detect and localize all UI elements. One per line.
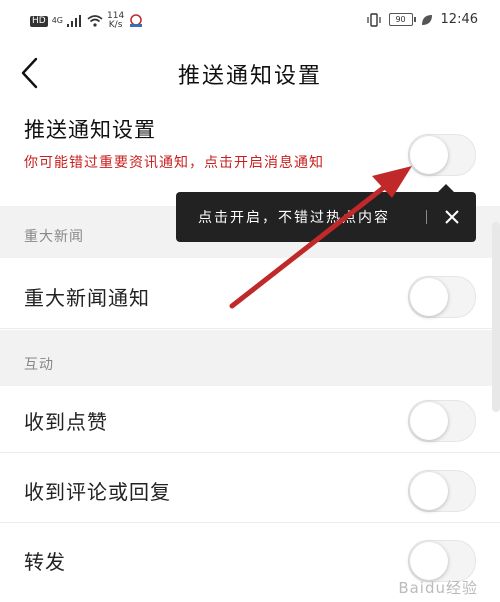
status-bar: HD 4G 114 K/s 90 12:46 (0, 0, 500, 40)
close-icon (445, 210, 459, 224)
toggle-knob (410, 472, 448, 510)
section-title: 重大新闻 (24, 229, 84, 245)
speed-unit: K/s (108, 20, 123, 30)
scroll-edge (492, 222, 500, 412)
status-left: HD 4G 114 K/s (30, 12, 144, 30)
tooltip-divider (426, 210, 427, 224)
toggle-knob (410, 278, 448, 316)
clock: 12:46 (440, 12, 478, 27)
section-title: 互动 (24, 357, 54, 373)
comments-toggle[interactable] (408, 470, 476, 512)
signal-icon (67, 15, 81, 27)
forward-toggle[interactable] (408, 540, 476, 582)
major-news-toggle[interactable] (408, 276, 476, 318)
push-notification-toggle[interactable] (408, 134, 476, 176)
wifi-icon (87, 15, 103, 27)
tooltip-text: 点击开启，不错过热点内容 (198, 210, 390, 226)
navigation-header: 推送通知设置 (0, 42, 500, 104)
watermark: Baidu经验 (398, 579, 478, 597)
push-notification-label: 推送通知设置 (24, 118, 156, 142)
vibrate-icon (366, 12, 381, 27)
app-screen: HD 4G 114 K/s 90 12:46 推送通知设置 推送通知设置 你可能… (0, 0, 500, 602)
likes-toggle[interactable] (408, 400, 476, 442)
setting-label: 重大新闻通知 (24, 286, 150, 310)
network-label: 4G (51, 16, 63, 25)
page-title: 推送通知设置 (177, 64, 322, 89)
app-notification-icon (130, 14, 143, 27)
setting-row-major-news: 重大新闻通知 (0, 258, 500, 329)
network-speed: 114 K/s (107, 12, 124, 30)
toggle-knob (410, 542, 448, 580)
push-notification-hint: 你可能错过重要资讯通知，点击开启消息通知 (24, 155, 324, 171)
hd-badge: HD (30, 15, 48, 27)
section-header-interaction: 互动 (0, 330, 500, 386)
toggle-knob (410, 402, 448, 440)
leaf-icon (421, 14, 432, 25)
setting-label: 收到点赞 (24, 410, 108, 434)
status-right: 90 12:46 (366, 12, 478, 27)
push-notification-setting: 推送通知设置 你可能错过重要资讯通知，点击开启消息通知 (0, 104, 500, 206)
tooltip-close-button[interactable] (438, 203, 466, 231)
setting-row-comments: 收到评论或回复 (0, 456, 500, 523)
setting-label: 收到评论或回复 (24, 480, 171, 504)
setting-row-likes: 收到点赞 (0, 386, 500, 453)
battery-icon: 90 (388, 13, 416, 26)
enable-tooltip: 点击开启，不错过热点内容 (176, 184, 476, 242)
toggle-knob (410, 136, 448, 174)
setting-label: 转发 (24, 550, 66, 574)
